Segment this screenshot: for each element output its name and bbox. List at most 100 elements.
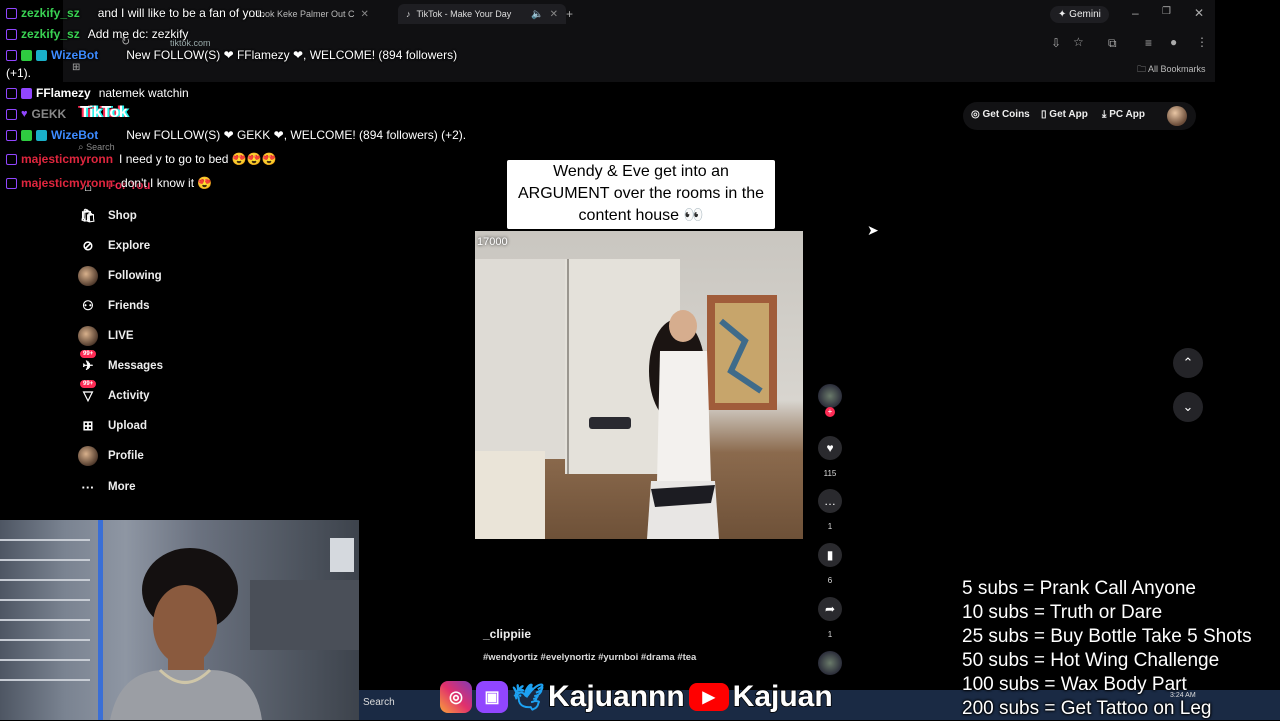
media-icon[interactable]: ≡ bbox=[1145, 36, 1152, 50]
chat-message: WizeBot New FOLLOW(S) ❤ GEKK ❤, WELCOME!… bbox=[0, 128, 466, 142]
goal-line: 100 subs = Wax Body Part bbox=[962, 674, 1187, 695]
star-icon[interactable]: ☆ bbox=[1073, 35, 1084, 49]
twitch-icon bbox=[6, 153, 17, 165]
goal-line: 200 subs = Get Tattoo on Leg bbox=[962, 698, 1212, 719]
creator-avatar[interactable] bbox=[818, 384, 842, 408]
nav-following[interactable]: Following bbox=[78, 265, 162, 287]
chat-username: zezkify_sz bbox=[21, 6, 80, 20]
chat-message: (+1). bbox=[6, 66, 31, 80]
folder-icon: 🗀 bbox=[1137, 64, 1147, 74]
save-button[interactable]: ▮ bbox=[818, 543, 842, 567]
chat-text: and I will like to be a fan of you. bbox=[97, 6, 266, 20]
close-window-icon[interactable]: ✕ bbox=[1194, 6, 1204, 20]
like-button[interactable]: ♥ bbox=[818, 436, 842, 460]
coin-icon: ◎ bbox=[971, 109, 980, 120]
get-app-label: Get App bbox=[1049, 109, 1088, 120]
nav-label: LIVE bbox=[108, 330, 134, 342]
nav-profile[interactable]: Profile bbox=[78, 445, 144, 467]
video-player[interactable] bbox=[475, 231, 803, 539]
chat-message: zezkify_sz and I will like to be a fan o… bbox=[0, 6, 265, 20]
like-count: 115 bbox=[823, 469, 837, 478]
gemini-button[interactable]: ✦ Gemini bbox=[1050, 6, 1109, 23]
get-coins-button[interactable]: ◎ Get Coins bbox=[971, 109, 1030, 120]
sub-goals: 5 subs = Prank Call Anyone 10 subs = Tru… bbox=[962, 577, 1252, 721]
share-count: 1 bbox=[827, 630, 833, 639]
twitch-icon bbox=[6, 129, 17, 141]
chat-text: don't I know it 😍 bbox=[121, 176, 213, 190]
heart-icon: ♥ bbox=[826, 441, 834, 455]
twitch-icon: ▣ bbox=[476, 681, 508, 713]
nav-upload[interactable]: ⊞ Upload bbox=[78, 415, 147, 437]
all-bookmarks[interactable]: 🗀 All Bookmarks bbox=[1137, 62, 1206, 78]
nav-explore[interactable]: ⊘ Explore bbox=[78, 235, 151, 257]
nav-shop[interactable]: 🛍 Shop bbox=[78, 205, 137, 227]
live-avatar-icon bbox=[78, 326, 98, 346]
video-author[interactable]: _clippiie bbox=[483, 627, 531, 641]
video-caption: Wendy & Eve get into an ARGUMENT over th… bbox=[507, 160, 775, 229]
user-avatar[interactable] bbox=[1167, 106, 1187, 126]
video-frame bbox=[475, 259, 777, 539]
heart-badge-icon: ♥ bbox=[21, 108, 28, 120]
chat-username: WizeBot bbox=[51, 48, 99, 62]
follow-plus-icon[interactable]: + bbox=[825, 407, 835, 417]
nav-activity[interactable]: ▽ 99+ Activity bbox=[78, 380, 150, 407]
chat-message: majesticmyronn don't I know it 😍 bbox=[0, 176, 212, 190]
mute-tab-icon[interactable]: 🔈 bbox=[531, 9, 543, 20]
webcam-frame bbox=[0, 520, 359, 720]
nav-friends[interactable]: ⚇ Friends bbox=[78, 295, 149, 317]
tiktok-logo[interactable]: TikTok bbox=[80, 104, 128, 122]
share-button[interactable]: ➦ bbox=[818, 597, 842, 621]
chat-username: FFlamezy bbox=[36, 86, 91, 100]
nav-label: Upload bbox=[108, 420, 147, 432]
apps-grid-icon[interactable]: ⊞ bbox=[72, 62, 80, 73]
twitch-icon bbox=[6, 7, 17, 19]
messages-icon: ✈ 99+ bbox=[78, 350, 98, 376]
share-arrow-icon: ➦ bbox=[824, 602, 836, 616]
chat-username: zezkify_sz bbox=[21, 27, 80, 41]
minimize-icon[interactable]: – bbox=[1132, 6, 1139, 20]
video-hashtags[interactable]: #wendyortiz #evelynortiz #yurnboi #drama… bbox=[483, 652, 696, 663]
tab-youtube[interactable]: ...Took Keke Palmer Out C ✕ bbox=[248, 4, 369, 24]
bookmark-icon: ▮ bbox=[826, 548, 834, 562]
compass-icon: ⊘ bbox=[82, 238, 94, 253]
nav-label: Profile bbox=[108, 450, 144, 462]
music-disc-icon[interactable] bbox=[818, 651, 842, 675]
upload-icon: ⊞ bbox=[82, 418, 94, 433]
activity-badge: 99+ bbox=[80, 380, 97, 388]
more-dots-icon: ··· bbox=[81, 479, 95, 495]
social-handle: Kajuannn bbox=[547, 679, 685, 714]
close-tab-icon[interactable]: ✕ bbox=[550, 9, 558, 20]
get-app-button[interactable]: ▯ Get App bbox=[1041, 109, 1088, 120]
nav-live[interactable]: LIVE bbox=[78, 325, 134, 347]
goal-line: 25 subs = Buy Bottle Take 5 Shots bbox=[962, 626, 1252, 647]
chat-message: WizeBot New FOLLOW(S) ❤ FFlamezy ❤, WELC… bbox=[0, 48, 457, 62]
nav-label: More bbox=[108, 481, 136, 493]
shop-bag-icon: 🛍 bbox=[79, 208, 97, 223]
taskbar-search[interactable]: Search bbox=[363, 697, 395, 708]
install-app-icon[interactable]: ⇩ bbox=[1051, 36, 1061, 50]
twitch-icon bbox=[6, 87, 17, 99]
close-tab-icon[interactable]: ✕ bbox=[361, 9, 369, 20]
new-tab-icon[interactable]: + bbox=[566, 7, 573, 21]
nav-more[interactable]: ··· More bbox=[78, 476, 136, 498]
menu-kebab-icon[interactable]: ⋮ bbox=[1196, 35, 1208, 49]
nav-messages[interactable]: ✈ 99+ Messages bbox=[78, 350, 163, 377]
tab-tiktok[interactable]: ♪ TikTok - Make Your Day 🔈 ✕ bbox=[398, 4, 567, 24]
extensions-icon[interactable]: ⧉ bbox=[1108, 36, 1117, 51]
pc-app-button[interactable]: ⤓ PC App bbox=[1102, 109, 1145, 120]
profile-icon[interactable]: ● bbox=[1170, 35, 1177, 49]
get-coins-label: Get Coins bbox=[982, 109, 1030, 120]
comment-button[interactable]: … bbox=[818, 489, 842, 513]
social-links: ◎ ▣ 🕊 Kajuannn ▶ Kajuan bbox=[440, 679, 833, 714]
maximize-icon[interactable]: ❐ bbox=[1162, 6, 1171, 17]
chat-message: zezkify_sz Add me dc: zezkify bbox=[0, 27, 188, 41]
phone-icon: ▯ bbox=[1041, 109, 1047, 120]
prev-video-button[interactable]: ⌃ bbox=[1173, 348, 1203, 378]
twitch-icon bbox=[6, 49, 17, 61]
nav-label: Messages bbox=[108, 360, 163, 372]
nav-label: Shop bbox=[108, 210, 137, 222]
view-count: 17000 bbox=[477, 236, 508, 248]
next-video-button[interactable]: ⌄ bbox=[1173, 392, 1203, 422]
chat-username: WizeBot bbox=[51, 128, 99, 142]
messages-badge: 99+ bbox=[80, 350, 97, 358]
